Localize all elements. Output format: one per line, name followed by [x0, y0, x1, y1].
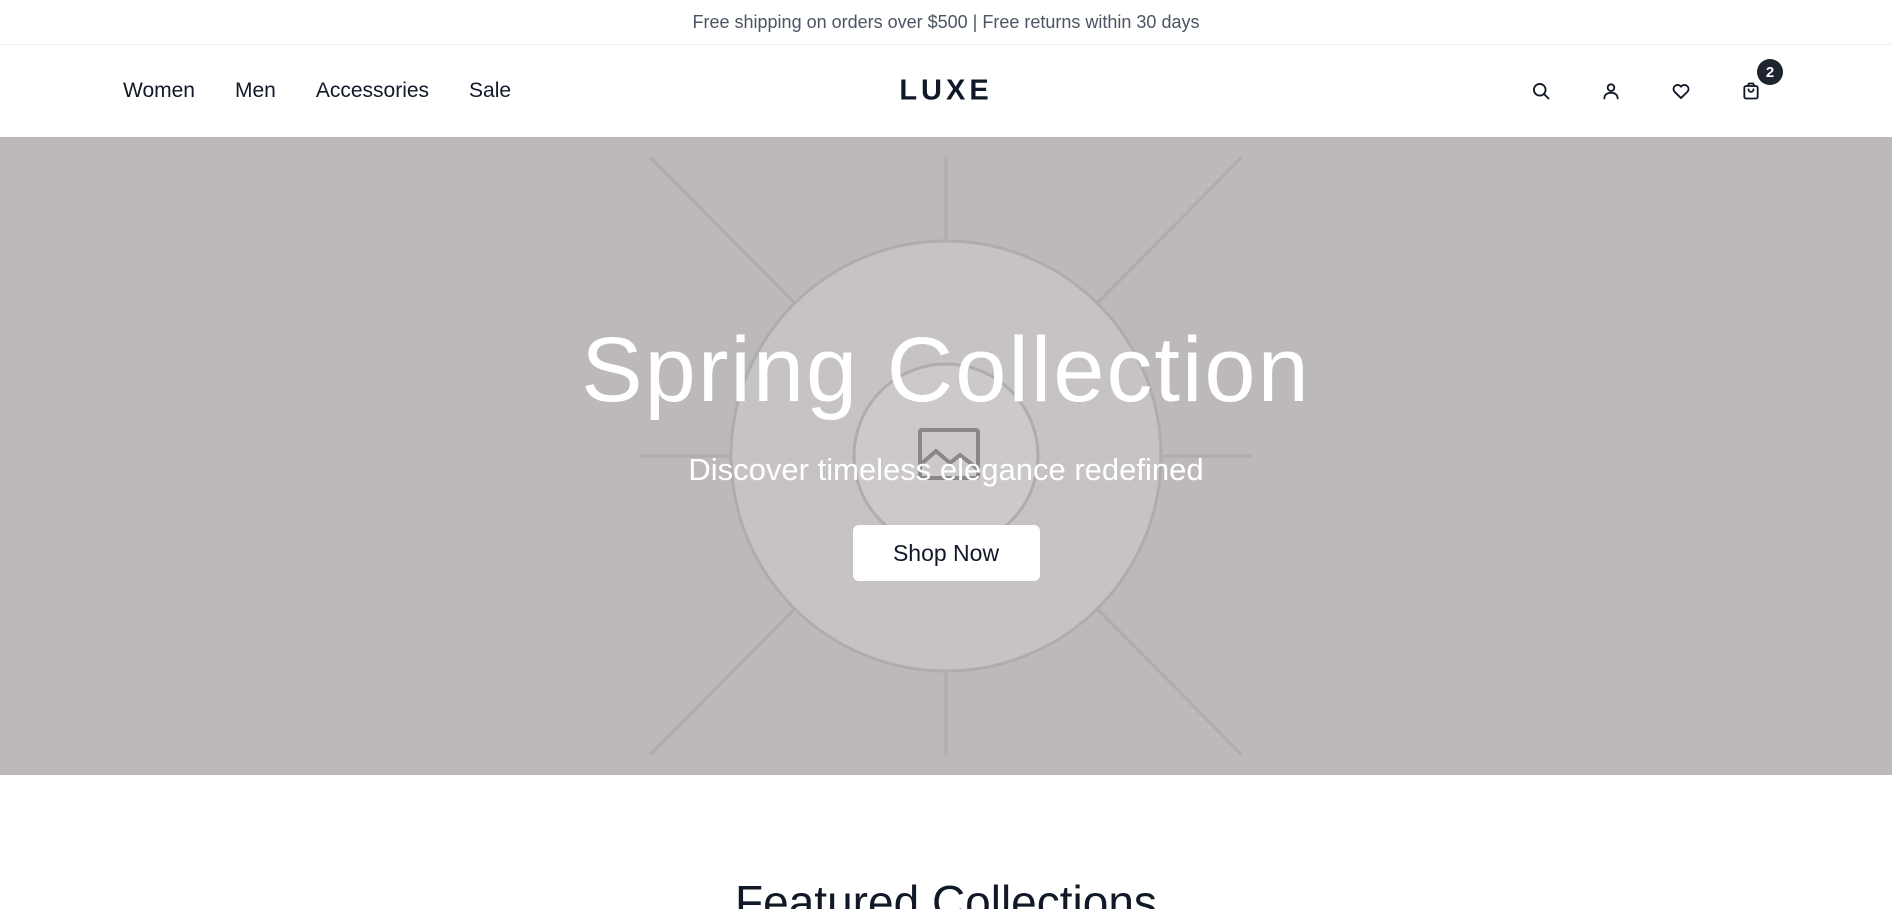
nav-item-men[interactable]: Men — [235, 79, 276, 103]
hero-content: Spring Collection Discover timeless eleg… — [0, 137, 1892, 581]
cart-count-badge: 2 — [1757, 59, 1783, 85]
cart-button[interactable]: 2 — [1733, 59, 1783, 109]
account-icon — [1603, 83, 1619, 100]
search-button[interactable] — [1523, 73, 1559, 109]
cart-icon — [1743, 82, 1759, 100]
header-actions: 2 — [1489, 59, 1783, 109]
site-logo[interactable]: LUXE — [899, 75, 992, 108]
nav-item-sale[interactable]: Sale — [469, 79, 511, 103]
search-icon — [1533, 83, 1550, 100]
wishlist-icon — [1672, 84, 1690, 100]
nav-item-women[interactable]: Women — [123, 79, 195, 103]
wishlist-button[interactable] — [1663, 73, 1699, 109]
hero-title: Spring Collection — [581, 319, 1311, 421]
nav-item-accessories[interactable]: Accessories — [316, 79, 429, 103]
featured-collections-title: Featured Collections — [735, 876, 1157, 909]
account-button[interactable] — [1593, 73, 1629, 109]
announcement-text: Free shipping on orders over $500 | Free… — [692, 11, 1200, 32]
announcement-bar: Free shipping on orders over $500 | Free… — [0, 0, 1892, 45]
shop-now-button[interactable]: Shop Now — [852, 525, 1040, 581]
hero-banner: Spring Collection Discover timeless eleg… — [0, 137, 1892, 775]
hero-subtitle: Discover timeless elegance redefined — [688, 452, 1204, 487]
main-nav: Women Men Accessories Sale — [123, 79, 551, 103]
featured-collections-section: Featured Collections — [0, 775, 1892, 909]
site-header: Women Men Accessories Sale LUXE 2 — [0, 45, 1892, 137]
